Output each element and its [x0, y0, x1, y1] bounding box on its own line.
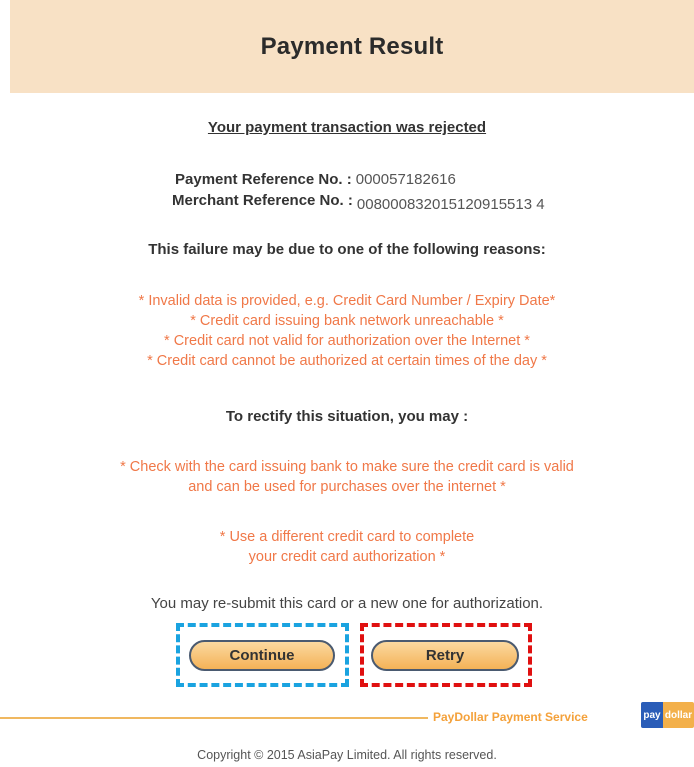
- logo-pay-part: pay: [641, 702, 663, 728]
- logo-dollar-part: dollar: [663, 702, 694, 728]
- payment-result-page: Payment Result Your payment transaction …: [0, 0, 694, 767]
- footer-brand-text: PayDollar Payment Service: [433, 710, 588, 724]
- payment-reference-value: 000057182616: [355, 171, 456, 188]
- status-message: Your payment transaction was rejected: [207, 119, 487, 136]
- reasons-list: * Invalid data is provided, e.g. Credit …: [0, 291, 694, 371]
- page-title: Payment Result: [260, 32, 444, 60]
- rectify-title: To rectify this situation, you may :: [225, 408, 469, 425]
- rectify-line: * Use a different credit card to complet…: [219, 529, 475, 545]
- payment-reference-label: Payment Reference No. :: [175, 171, 352, 188]
- retry-button[interactable]: Retry: [371, 640, 519, 671]
- continue-button[interactable]: Continue: [189, 640, 335, 671]
- reason-item: * Credit card issuing bank network unrea…: [190, 313, 504, 329]
- merchant-reference-value: 008000832015120915513 4: [356, 196, 545, 213]
- rectify-suggestion-different-card: * Use a different credit card to complet…: [0, 527, 694, 567]
- merchant-reference-row: Merchant Reference No. :0080008320151209…: [172, 192, 545, 213]
- footer-divider: [0, 717, 428, 719]
- rectify-suggestion-check-bank: * Check with the card issuing bank to ma…: [0, 457, 694, 497]
- paydollar-logo: pay dollar: [641, 702, 694, 728]
- header-banner: Payment Result: [10, 0, 694, 93]
- rectify-line: * Check with the card issuing bank to ma…: [120, 459, 574, 475]
- reasons-title: This failure may be due to one of the fo…: [148, 241, 546, 258]
- reason-item: * Invalid data is provided, e.g. Credit …: [138, 293, 556, 309]
- rectify-line: and can be used for purchases over the i…: [188, 479, 506, 495]
- resubmit-message: You may re-submit this card or a new one…: [150, 595, 544, 612]
- reason-item: * Credit card cannot be authorized at ce…: [147, 353, 547, 369]
- payment-reference-row: Payment Reference No. :000057182616: [175, 171, 456, 188]
- merchant-reference-label: Merchant Reference No. :: [172, 192, 353, 209]
- copyright-text: Copyright © 2015 AsiaPay Limited. All ri…: [197, 748, 497, 762]
- reason-item: * Credit card not valid for authorizatio…: [164, 333, 530, 349]
- rectify-line: your credit card authorization *: [248, 549, 446, 565]
